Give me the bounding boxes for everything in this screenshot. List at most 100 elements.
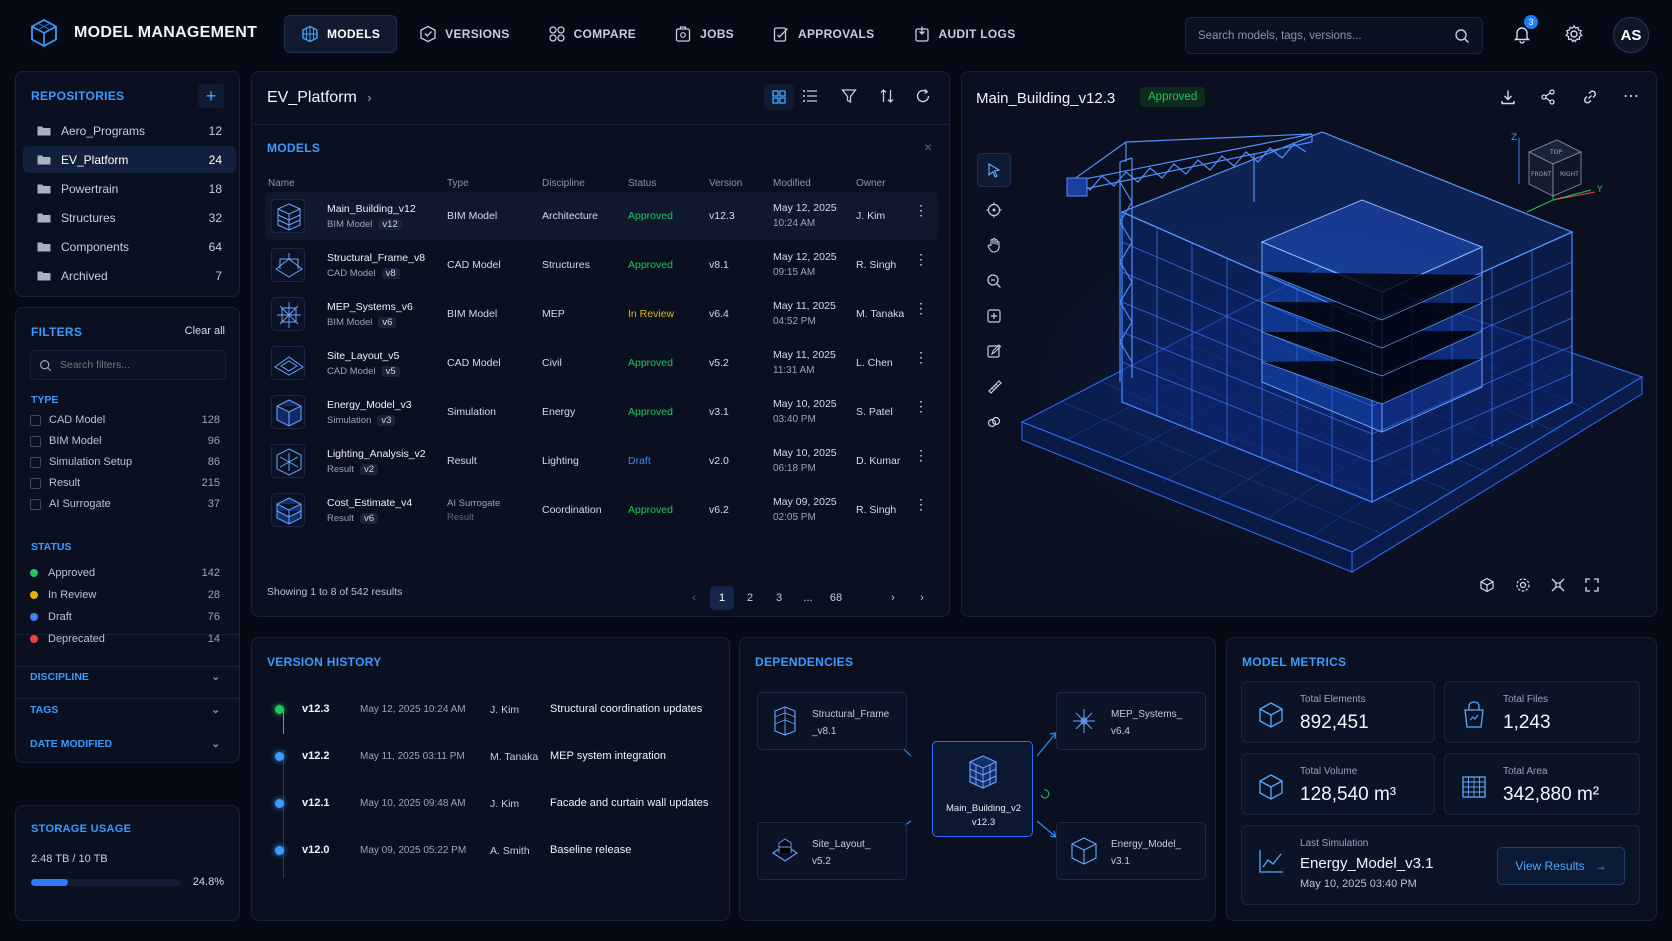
- repository-item[interactable]: Components 64: [23, 233, 236, 260]
- checkbox[interactable]: [30, 477, 41, 489]
- repository-item[interactable]: Powertrain 18: [23, 175, 236, 202]
- type-filter-option[interactable]: CAD Model 128: [30, 414, 220, 426]
- column-header[interactable]: Status: [628, 178, 656, 189]
- table-row[interactable]: Structural_Frame_v8 CAD Model v8 CAD Model S…: [265, 241, 938, 289]
- repository-item[interactable]: Aero_Programs 12: [23, 117, 236, 144]
- more-options-icon[interactable]: ⋮: [914, 350, 928, 364]
- avatar[interactable]: AS: [1613, 17, 1649, 53]
- close-icon[interactable]: ×: [924, 139, 932, 155]
- table-row[interactable]: Lighting_Analysis_v2 Result v2 Result Lighti…: [265, 437, 938, 485]
- list-view-button[interactable]: [802, 88, 818, 107]
- folder-icon: [37, 125, 51, 136]
- global-search[interactable]: [1185, 17, 1483, 54]
- type-filter-option[interactable]: AI Surrogate 37: [30, 498, 220, 510]
- filter-search[interactable]: [30, 350, 226, 380]
- energy-cube-icon: [1071, 837, 1097, 865]
- column-header[interactable]: Type: [447, 178, 469, 189]
- dependency-node-energy-model[interactable]: Energy_Model_ v3.1: [1056, 822, 1206, 880]
- table-row[interactable]: Energy_Model_v3 Simulation v3 Simulation Ene…: [265, 388, 938, 436]
- more-options-icon[interactable]: ⋮: [914, 448, 928, 462]
- refresh-button[interactable]: [915, 88, 931, 107]
- copy-link-button[interactable]: [1582, 89, 1598, 108]
- next-page-button[interactable]: ›: [881, 586, 905, 610]
- grid-view-button[interactable]: [764, 84, 794, 110]
- column-header[interactable]: Discipline: [542, 178, 585, 189]
- discipline-filter-toggle[interactable]: DISCIPLINE ⌄: [30, 671, 220, 683]
- add-repository-button[interactable]: +: [198, 84, 224, 108]
- status-filter-option[interactable]: In Review 28: [30, 589, 220, 601]
- dependency-node-mep-systems[interactable]: MEP_Systems_ v6.4: [1056, 692, 1206, 750]
- column-header[interactable]: Modified: [773, 178, 811, 189]
- column-header[interactable]: Name: [268, 178, 295, 189]
- date-modified-filter-toggle[interactable]: DATE MODIFIED ⌄: [30, 738, 220, 750]
- type-filter-option[interactable]: Simulation Setup 86: [30, 456, 220, 468]
- section-tool[interactable]: [977, 299, 1011, 333]
- markup-tool[interactable]: [977, 334, 1011, 368]
- page-button[interactable]: 2: [738, 586, 762, 610]
- nav-approvals[interactable]: APPROVALS: [756, 15, 891, 53]
- search-input[interactable]: [1198, 29, 1454, 42]
- link-tool[interactable]: [977, 405, 1011, 439]
- select-tool[interactable]: [977, 153, 1011, 187]
- pan-tool[interactable]: [977, 228, 1011, 262]
- repository-item[interactable]: Structures 32: [23, 204, 236, 231]
- checkbox[interactable]: [30, 456, 41, 468]
- tags-filter-toggle[interactable]: TAGS ⌄: [30, 704, 220, 716]
- viewer-settings-button[interactable]: [1515, 577, 1531, 596]
- dependency-node-structural-frame[interactable]: Structural_Frame _v8.1: [757, 692, 907, 750]
- zoom-tool[interactable]: [977, 264, 1011, 298]
- page-button[interactable]: 1: [710, 586, 734, 610]
- fullscreen-button[interactable]: [1584, 577, 1600, 596]
- isometric-view-button[interactable]: [1479, 577, 1495, 596]
- more-options-icon[interactable]: ⋮: [914, 399, 928, 413]
- page-button[interactable]: 68: [824, 586, 848, 610]
- filter-search-input[interactable]: [60, 359, 210, 371]
- type-filter-option[interactable]: BIM Model 96: [30, 435, 220, 447]
- status-filter-option[interactable]: Draft 76: [30, 611, 220, 623]
- status-filter-option[interactable]: Approved 142: [30, 567, 220, 579]
- sort-button[interactable]: [879, 88, 895, 107]
- repository-item[interactable]: EV_Platform 24: [23, 146, 236, 173]
- measure-tool[interactable]: [977, 369, 1011, 403]
- view-results-button[interactable]: View Results →: [1497, 847, 1625, 885]
- download-button[interactable]: [1500, 89, 1516, 108]
- status-filter-option[interactable]: Deprecated 14: [30, 633, 220, 645]
- explode-view-button[interactable]: [1550, 577, 1566, 596]
- storage-title: STORAGE USAGE: [31, 823, 132, 835]
- checkbox[interactable]: [30, 498, 41, 510]
- more-options-icon[interactable]: ⋮: [914, 203, 928, 217]
- type-filter-option[interactable]: Result 215: [30, 477, 220, 489]
- table-row[interactable]: MEP_Systems_v6 BIM Model v6 BIM Model MEP In …: [265, 290, 938, 338]
- prev-page-button[interactable]: ‹: [682, 586, 706, 610]
- more-options-icon[interactable]: ⋮: [914, 497, 928, 511]
- nav-versions[interactable]: VERSIONS: [403, 15, 525, 53]
- column-header[interactable]: Version: [709, 178, 742, 189]
- building-3d-model[interactable]: TOP FRONT RIGHT Z Y: [962, 122, 1657, 617]
- dependency-node-site-layout[interactable]: Site_Layout_ v5.2: [757, 822, 907, 880]
- dependency-node-main-building[interactable]: Main_Building_v2 v12.3: [932, 741, 1033, 837]
- nav-compare[interactable]: COMPARE: [532, 15, 653, 53]
- column-header[interactable]: Owner: [856, 178, 885, 189]
- table-row[interactable]: Cost_Estimate_v4 Result v6 AI Surrogate Resu…: [265, 486, 938, 534]
- table-row[interactable]: Main_Building_v12 BIM Model v12 BIM Model Ar…: [265, 192, 938, 240]
- repository-item[interactable]: Archived 7: [23, 262, 236, 289]
- more-options-icon[interactable]: ⋮: [914, 301, 928, 315]
- page-button[interactable]: 3: [767, 586, 791, 610]
- settings-button[interactable]: [1560, 20, 1588, 48]
- orbit-tool[interactable]: [977, 193, 1011, 227]
- share-button[interactable]: [1540, 89, 1556, 108]
- nav-audit-logs[interactable]: AUDIT LOGS: [897, 15, 1032, 53]
- breadcrumb[interactable]: EV_Platform ›: [267, 89, 372, 107]
- nav-models[interactable]: MODELS: [284, 15, 398, 53]
- notifications-button[interactable]: 3: [1508, 15, 1538, 48]
- checkbox[interactable]: [30, 414, 41, 426]
- table-row[interactable]: Site_Layout_v5 CAD Model v5 CAD Model Civil A…: [265, 339, 938, 387]
- nav-jobs[interactable]: JOBS: [658, 15, 750, 53]
- more-options-icon[interactable]: ⋮: [914, 252, 928, 266]
- clear-filters-link[interactable]: Clear all: [185, 325, 225, 337]
- checkbox[interactable]: [30, 435, 41, 447]
- search-icon[interactable]: [1454, 28, 1470, 44]
- more-options-icon[interactable]: ⋯: [1623, 86, 1639, 106]
- filter-button[interactable]: [841, 88, 857, 107]
- last-page-button[interactable]: ›: [910, 586, 934, 610]
